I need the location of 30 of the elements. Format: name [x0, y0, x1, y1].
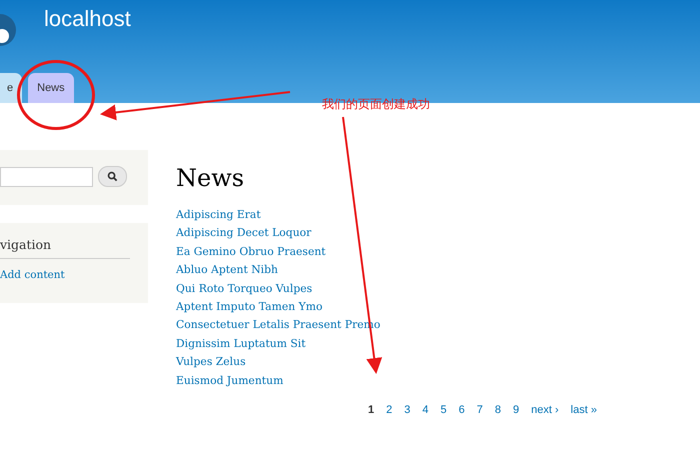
- pager-link[interactable]: 2: [386, 404, 392, 416]
- search-field[interactable]: [0, 166, 93, 186]
- search-icon: [107, 171, 118, 182]
- block-title: vigation: [0, 235, 130, 259]
- pager-link[interactable]: 7: [476, 404, 483, 416]
- pager-link[interactable]: 1: [368, 404, 374, 416]
- pager-link[interactable]: 3: [404, 404, 410, 416]
- pager-link[interactable]: 8: [494, 404, 501, 416]
- article-link[interactable]: Qui Roto Torqueo Vulpes: [176, 280, 700, 298]
- article-link[interactable]: Ea Gemino Obruo Praesent: [176, 242, 700, 262]
- article-link[interactable]: Abluo Aptent Nibh: [176, 261, 700, 280]
- article-link[interactable]: Vulpes Zelus: [176, 353, 700, 372]
- article-link[interactable]: Adipiscing Erat: [176, 206, 700, 224]
- pager-link[interactable]: next ›: [531, 404, 559, 416]
- page-title: News: [176, 164, 246, 192]
- nav-tab[interactable]: News: [28, 73, 74, 103]
- search-button[interactable]: [98, 166, 127, 187]
- article-link[interactable]: Aptent Imputo Tamen Ymo: [176, 298, 700, 316]
- drop-logo-icon: [0, 14, 16, 46]
- pager-link[interactable]: 5: [440, 404, 447, 416]
- pager-link[interactable]: last »: [570, 404, 597, 416]
- nav-tab[interactable]: e: [0, 73, 22, 103]
- pager-link[interactable]: 4: [422, 404, 428, 416]
- article-link[interactable]: Adipiscing Decet Loquor: [176, 224, 700, 243]
- article-link[interactable]: Euismod Jumentum: [176, 372, 700, 390]
- article-link[interactable]: Dignissim Luptatum Sit: [176, 334, 700, 354]
- menu-link[interactable]: Add content: [0, 269, 65, 281]
- pager-link[interactable]: 9: [513, 404, 520, 416]
- site-title[interactable]: localhost: [44, 6, 131, 32]
- pager-link[interactable]: 6: [458, 404, 465, 416]
